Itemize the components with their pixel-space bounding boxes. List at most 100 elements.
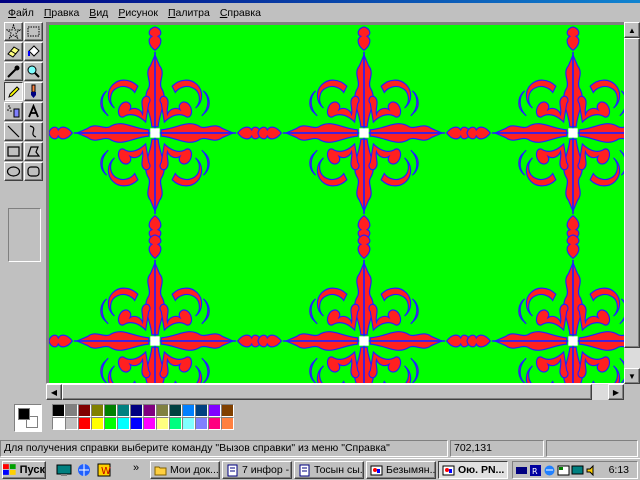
tray-network-icon[interactable] <box>543 464 556 477</box>
tool-text[interactable] <box>24 102 43 121</box>
vertical-scroll-thumb[interactable] <box>624 38 640 348</box>
tool-rect-select[interactable] <box>24 22 43 41</box>
tool-ellipse[interactable] <box>4 162 23 181</box>
tool-polygon[interactable] <box>24 142 43 161</box>
task-button-info[interactable]: 7 инфор - ... <box>222 461 292 479</box>
palette-swatch[interactable] <box>221 417 234 430</box>
tool-airbrush[interactable] <box>4 102 23 121</box>
palette-swatch[interactable] <box>52 404 65 417</box>
drawing-canvas[interactable] <box>49 25 625 383</box>
tray-scheduler-icon[interactable] <box>557 464 570 477</box>
palette-swatch[interactable] <box>65 417 78 430</box>
palette-swatch[interactable] <box>143 404 156 417</box>
menu-view[interactable]: Вид <box>84 7 113 19</box>
menu-image[interactable]: Рисунок <box>113 7 163 19</box>
quicklaunch-chevron[interactable]: » <box>133 462 139 474</box>
menu-bar: Файл Правка Вид Рисунок Палитра Справка <box>0 4 640 21</box>
tool-color-picker[interactable] <box>4 62 23 81</box>
palette-swatch[interactable] <box>169 404 182 417</box>
palette-swatch[interactable] <box>208 417 221 430</box>
scroll-down-button[interactable]: ▼ <box>624 368 640 384</box>
title-bar[interactable] <box>0 0 640 3</box>
tool-magnifier[interactable] <box>24 62 43 81</box>
palette-swatch[interactable] <box>91 404 104 417</box>
status-coordinates: 702,131 <box>450 440 544 457</box>
palette-swatch[interactable] <box>169 417 182 430</box>
tool-free-select[interactable] <box>4 22 23 41</box>
tray-keyboard-icon[interactable] <box>515 464 528 477</box>
horizontal-scrollbar[interactable]: ◀ ▶ <box>46 384 624 400</box>
vertical-scrollbar[interactable]: ▲ ▼ <box>624 22 640 384</box>
palette-swatch[interactable] <box>65 404 78 417</box>
tray-language-icon[interactable]: R <box>529 464 542 477</box>
palette-swatch[interactable] <box>143 417 156 430</box>
palette-swatch[interactable] <box>130 417 143 430</box>
svg-text:W: W <box>101 466 111 477</box>
palette-swatch[interactable] <box>182 404 195 417</box>
fill-bucket-icon <box>28 45 40 57</box>
palette-swatch[interactable] <box>156 417 169 430</box>
taskbar: Пуск W » Мои док... 7 инфор - ... Тосын … <box>0 458 640 480</box>
scroll-up-button[interactable]: ▲ <box>624 22 640 38</box>
menu-file[interactable]: Файл <box>3 7 39 19</box>
rect-select-icon <box>27 26 40 37</box>
palette-swatch[interactable] <box>156 404 169 417</box>
palette-swatch[interactable] <box>91 417 104 430</box>
palette-swatch[interactable] <box>208 404 221 417</box>
task-button-untitled[interactable]: Безымян... <box>366 461 436 479</box>
system-tray: R 6:13 <box>512 461 638 479</box>
tool-fill[interactable] <box>24 42 43 61</box>
status-size <box>546 440 638 457</box>
word-doc-icon <box>227 464 238 476</box>
palette-swatch[interactable] <box>78 404 91 417</box>
task-button-documents[interactable]: Мои док... <box>150 461 220 479</box>
palette-swatch[interactable] <box>130 404 143 417</box>
task-button-ornament-active[interactable]: Ою. PN... <box>438 461 508 479</box>
canvas-area <box>46 22 640 384</box>
toolbox <box>2 22 46 262</box>
tool-line[interactable] <box>4 122 23 141</box>
quicklaunch-browser-icon[interactable] <box>76 462 92 478</box>
palette-swatch[interactable] <box>117 404 130 417</box>
folder-icon <box>154 466 167 475</box>
menu-edit[interactable]: Правка <box>39 7 84 19</box>
palette-swatch[interactable] <box>104 404 117 417</box>
menu-help[interactable]: Справка <box>215 7 266 19</box>
clock: 6:13 <box>608 464 629 476</box>
palette-swatch[interactable] <box>52 417 65 430</box>
tool-options-box[interactable] <box>8 208 41 262</box>
horizontal-scroll-thumb[interactable] <box>62 384 592 400</box>
eraser-icon <box>7 46 20 58</box>
start-label: Пуск <box>19 464 45 476</box>
word-doc-icon <box>299 464 310 476</box>
tray-volume-icon[interactable] <box>585 464 598 477</box>
quicklaunch-desktop-icon[interactable] <box>56 462 72 478</box>
palette-swatch[interactable] <box>195 417 208 430</box>
start-button[interactable]: Пуск <box>2 461 46 479</box>
tool-rounded-rectangle[interactable] <box>24 162 43 181</box>
tool-eraser[interactable] <box>4 42 23 61</box>
palette-swatch[interactable] <box>182 417 195 430</box>
tool-curve[interactable] <box>24 122 43 141</box>
eyedropper-icon <box>7 65 20 78</box>
color-palette <box>0 400 640 436</box>
menu-palette[interactable]: Палитра <box>163 7 215 19</box>
palette-swatch[interactable] <box>195 404 208 417</box>
quicklaunch-app-icon[interactable]: W <box>96 462 112 478</box>
tray-monitor-icon[interactable] <box>571 464 584 477</box>
palette-swatch[interactable] <box>221 404 234 417</box>
task-button-random[interactable]: Тосын сы... <box>294 461 364 479</box>
tool-brush[interactable] <box>24 82 43 101</box>
tool-pencil[interactable] <box>4 82 23 101</box>
scroll-right-button[interactable]: ▶ <box>608 384 624 400</box>
curve-icon <box>29 125 37 138</box>
airbrush-icon <box>7 105 20 118</box>
scroll-left-button[interactable]: ◀ <box>46 384 62 400</box>
palette-swatch[interactable] <box>104 417 117 430</box>
palette-swatch[interactable] <box>117 417 130 430</box>
tool-rectangle[interactable] <box>4 142 23 161</box>
text-icon <box>28 104 39 118</box>
polygon-icon <box>27 146 41 157</box>
palette-swatch[interactable] <box>78 417 91 430</box>
current-colors <box>14 404 42 432</box>
